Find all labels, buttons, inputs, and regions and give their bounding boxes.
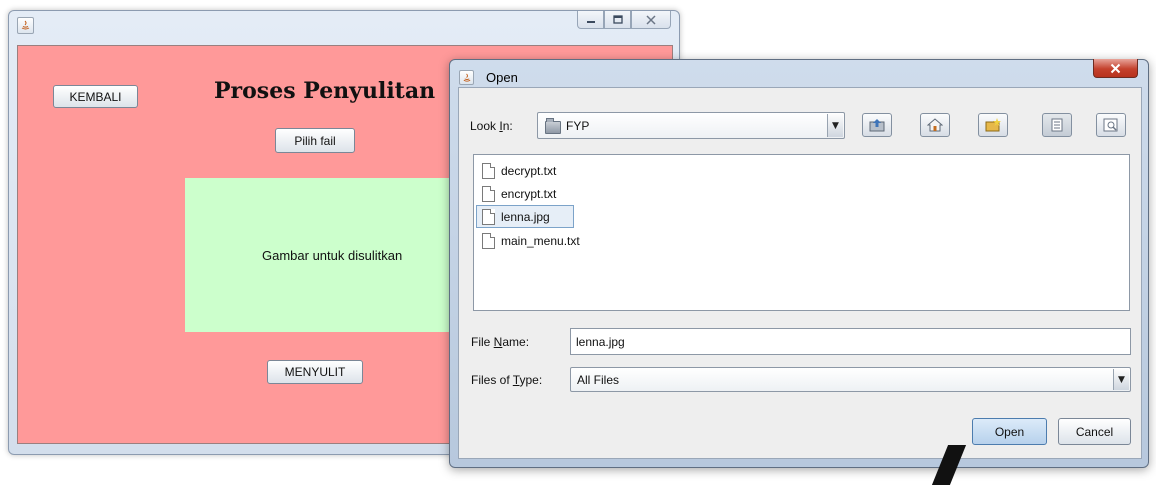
folder-icon <box>545 118 561 134</box>
list-item[interactable]: decrypt.txt <box>480 161 561 181</box>
home-icon[interactable] <box>920 113 950 137</box>
details-view-icon[interactable] <box>1096 113 1126 137</box>
open-button[interactable]: Open <box>972 418 1047 445</box>
maximize-icon[interactable] <box>604 11 631 29</box>
chevron-down-icon[interactable]: ▼ <box>1113 369 1129 390</box>
close-icon[interactable] <box>1093 59 1138 78</box>
look-in-value: FYP <box>566 119 590 133</box>
files-of-type-value: All Files <box>577 373 620 387</box>
caption-buttons <box>577 11 671 29</box>
cancel-button[interactable]: Cancel <box>1058 418 1131 445</box>
image-panel-label: Gambar untuk disulitkan <box>262 248 403 263</box>
files-of-type-label: Files of Type: <box>471 373 543 387</box>
file-name-value: lenna.jpg <box>576 334 625 349</box>
file-list[interactable]: decrypt.txt encrypt.txt lenna.jpg main_m… <box>473 154 1130 311</box>
file-name-field[interactable]: lenna.jpg <box>570 328 1131 355</box>
list-item[interactable]: main_menu.txt <box>480 231 585 251</box>
list-item[interactable]: encrypt.txt <box>480 184 561 204</box>
look-in-label: Look In: <box>470 119 513 133</box>
file-icon <box>482 163 495 179</box>
close-icon[interactable] <box>631 11 671 29</box>
page-title: Proses Penyulitan <box>214 78 436 104</box>
new-folder-icon[interactable] <box>978 113 1008 137</box>
list-view-icon[interactable] <box>1042 113 1072 137</box>
java-app-icon <box>459 70 474 85</box>
up-one-level-icon[interactable] <box>862 113 892 137</box>
java-app-icon <box>17 17 34 34</box>
choose-file-button[interactable]: Pilih fail <box>275 128 355 153</box>
file-icon <box>482 233 495 249</box>
encrypt-button[interactable]: MENYULIT <box>267 360 363 384</box>
chevron-down-icon[interactable]: ▼ <box>827 114 843 137</box>
dialog-title: Open <box>486 70 518 85</box>
look-in-combo[interactable]: FYP ▼ <box>537 112 845 139</box>
file-name-label: File Name: <box>471 335 530 349</box>
kembali-button[interactable]: KEMBALI <box>53 85 138 108</box>
list-item-selected[interactable]: lenna.jpg <box>476 205 574 228</box>
minimize-icon[interactable] <box>577 11 604 29</box>
file-icon <box>482 208 495 225</box>
file-icon <box>482 186 495 202</box>
files-of-type-combo[interactable]: All Files ▼ <box>570 367 1131 392</box>
